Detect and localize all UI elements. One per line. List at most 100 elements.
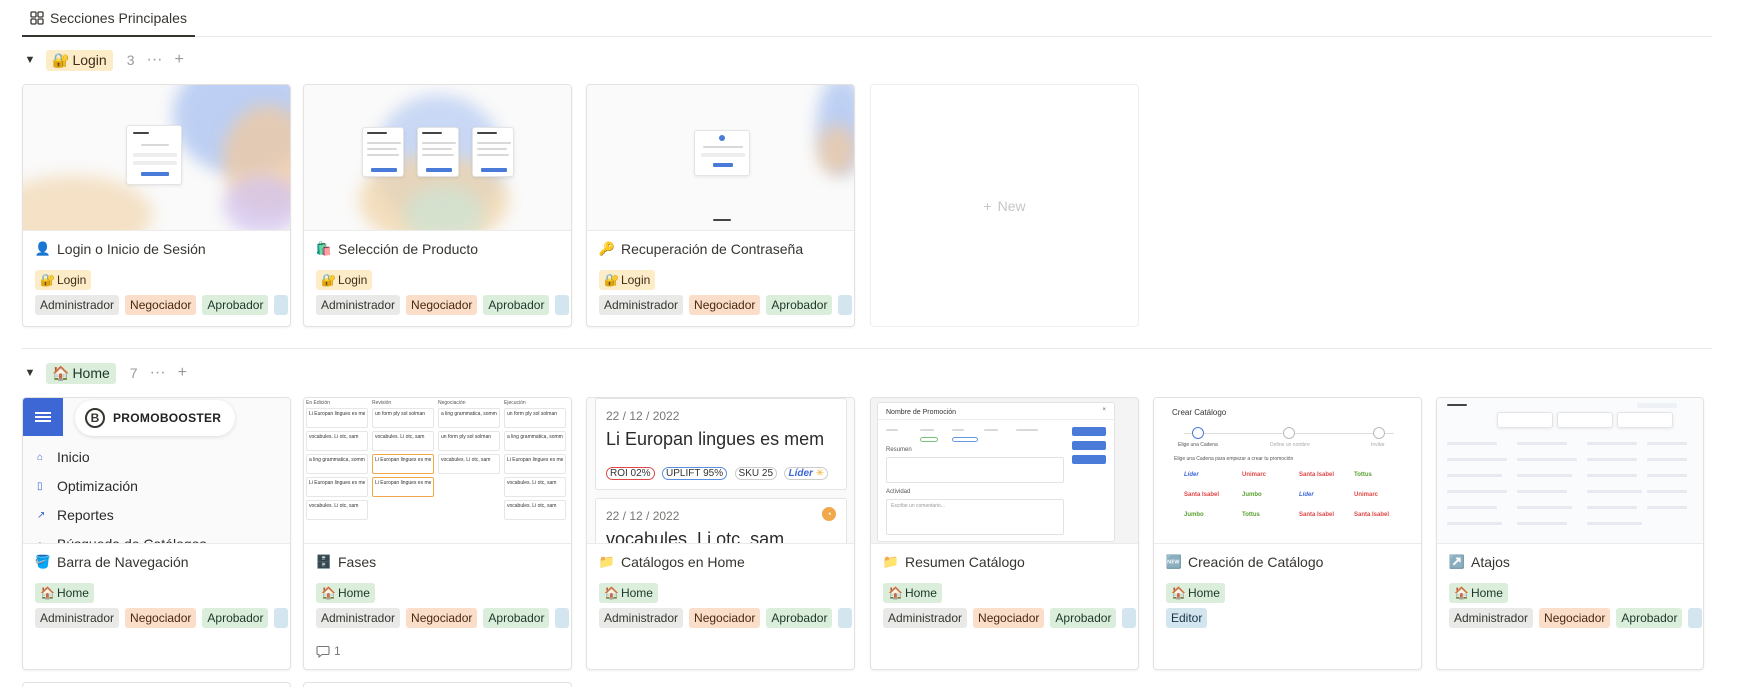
reports-icon: ↗ [37, 509, 46, 521]
collapse-caret-icon[interactable]: ▼ [22, 367, 38, 379]
role-tag-overflow [274, 608, 288, 628]
gallery-card[interactable]: Nombre de Promoción × Resumen Actividad … [870, 397, 1139, 670]
gallery-card[interactable]: 22 / 12 / 2022 Li Europan lingues es mem… [586, 397, 855, 670]
role-tag-administrador: Administrador [599, 295, 684, 315]
role-tag-aprobador: Aprobador [202, 608, 269, 628]
nav-item: ⌂ Inicio [37, 449, 90, 465]
kanban-card-text: Li Europan lingues es mem [309, 411, 365, 417]
view-tab-bar: Secciones Principales [22, 0, 1712, 37]
gallery-card[interactable]: 🛍️ Selección de Producto 🔐 Login Administ… [303, 84, 572, 327]
new-badge-icon: 🆕 [1165, 554, 1183, 569]
gallery-card[interactable]: B PROMOBOOSTER ⌂ Inicio ▯ Optimización ↗ Re… [22, 397, 291, 670]
group-tag-login: 🔐 Login [46, 49, 113, 71]
shopping-bags-icon: 🛍️ [315, 241, 333, 256]
metric-roi: ROI 02% [606, 467, 655, 480]
gallery-card[interactable]: 🔑 Recuperación de Contraseña 🔐 Login Admi… [586, 84, 855, 327]
role-tag-aprobador: Aprobador [766, 608, 833, 628]
retailer-logo: Unimarc [1354, 492, 1379, 498]
role-tag-overflow [838, 295, 852, 315]
section-tag-label: Home [620, 586, 653, 600]
step-label: Elige una Cadena [1178, 442, 1218, 448]
lock-icon: 🔐 [321, 273, 336, 287]
card-title: 🗄️ Fases [316, 554, 376, 570]
nav-item-label: Búsqueda de Catálogos [57, 536, 207, 544]
role-tags: Administrador Negociador Aprobador [316, 608, 569, 628]
card-title-text: Creación de Catálogo [1188, 554, 1324, 570]
section-tag: 🏠 Home [883, 583, 942, 603]
section-tag-label: Home [1470, 586, 1503, 600]
retailer-logo: Tottus [1242, 512, 1260, 518]
brand-logo-icon: B [85, 408, 105, 428]
view-tab-secciones[interactable]: Secciones Principales [22, 0, 195, 37]
lock-icon: 🔐 [40, 273, 55, 287]
folder-icon: 📁 [598, 554, 616, 569]
step-indicator [1192, 427, 1204, 439]
section-tag: 🏠 Home [1449, 583, 1508, 603]
role-tag-administrador: Administrador [35, 295, 120, 315]
kanban-column-title: En Edición [306, 400, 330, 406]
card-cover-image: 22 / 12 / 2022 Li Europan lingues es mem… [587, 398, 854, 544]
add-icon[interactable]: + [178, 365, 187, 381]
retailer-logo: Líder [1299, 492, 1314, 498]
group-header-login: ▼ 🔐 Login 3 ··· + [22, 45, 184, 75]
card-title-text: Resumen Catálogo [905, 554, 1025, 570]
add-icon[interactable]: + [174, 52, 183, 68]
role-tag-administrador: Administrador [35, 608, 120, 628]
gallery-card[interactable]: Crear Catálogo Elige una Cadena Define u… [1153, 397, 1422, 670]
gallery-card-partial[interactable] [22, 682, 291, 687]
role-tag-aprobador: Aprobador [766, 295, 833, 315]
more-options-icon[interactable]: ··· [150, 365, 166, 381]
kanban-card-text: Li Europan lingues es mem [309, 480, 365, 486]
new-card-button[interactable]: + New [870, 84, 1139, 327]
status-dot-icon: ◔ [822, 507, 836, 521]
card-title-text: Selección de Producto [338, 241, 479, 257]
kanban-column: En Edición Li Europan lingues es mem voc… [306, 398, 368, 523]
role-tags: Administrador Negociador Aprobador [599, 608, 852, 628]
retailer-logo: Santa Isabel [1299, 512, 1335, 518]
view-tab-label: Secciones Principales [50, 9, 187, 26]
kanban-card-text: un form ply sol solman [375, 411, 426, 417]
catalog-metrics: ROI 02% UPLIFT 95% SKU 25 Líder ✳ [606, 463, 831, 481]
section-tag-label: Home [56, 586, 89, 600]
role-tags: Administrador Negociador Aprobador [883, 608, 1136, 628]
section-tag: 🏠 Home [599, 583, 658, 603]
lock-icon: 🔐 [52, 51, 70, 68]
more-options-icon[interactable]: ··· [147, 52, 163, 68]
gallery-card[interactable]: ↗️ Atajos 🏠 Home Administrador Negociador… [1436, 397, 1704, 670]
role-tag-editor: Editor [1166, 608, 1208, 628]
section-tag-label: Login [56, 273, 87, 287]
card-title-text: Atajos [1471, 554, 1510, 570]
section-tag: 🏠 Home [35, 583, 94, 603]
brand-pill: B PROMOBOOSTER [75, 400, 235, 436]
retailer-name: Líder [788, 468, 813, 479]
kanban-card-text: vocabules. Li otc, sam [309, 503, 359, 509]
section-tag-label: Home [337, 586, 370, 600]
summary-section-title: Resumen [886, 447, 912, 453]
gallery-card[interactable]: En Edición Li Europan lingues es mem voc… [303, 397, 572, 670]
nav-item: ⌕ Búsqueda de Catálogos [37, 536, 207, 544]
group-label: Login [72, 52, 107, 68]
kanban-card-text: a ling grammatica, somman [507, 434, 563, 440]
kanban-card-text: Li Europan lingues es mem [375, 457, 431, 463]
close-icon: × [1102, 407, 1106, 413]
summary-modal: Nombre de Promoción × Resumen Actividad … [877, 402, 1116, 542]
role-tag-negociador: Negociador [1539, 608, 1611, 628]
card-title: 👤 Login o Inicio de Sesión [35, 241, 206, 257]
kanban-card-text: vocabules. Li otc, sam [375, 434, 425, 440]
group-header-home: ▼ 🏠 Home 7 ··· + [22, 358, 187, 388]
kanban-card-text: un form ply sol solman [441, 434, 492, 440]
role-tag-negociador: Negociador [125, 295, 197, 315]
card-title: ↗️ Atajos [1449, 554, 1510, 570]
gallery-card-partial[interactable] [303, 682, 572, 687]
nav-item-label: Inicio [57, 449, 90, 465]
gallery-card[interactable]: 👤 Login o Inicio de Sesión 🔐 Login Admini… [22, 84, 291, 327]
collapse-caret-icon[interactable]: ▼ [22, 54, 38, 66]
card-title-text: Fases [338, 554, 377, 570]
comment-count[interactable]: 1 [316, 644, 341, 658]
retailer-logo: Santa Isabel [1184, 492, 1220, 498]
card-title: 🪣 Barra de Navegación [35, 554, 189, 570]
card-title: 🔑 Recuperación de Contraseña [599, 241, 803, 257]
kanban-card-text: vocabules. Li otc, sam [507, 480, 557, 486]
section-tag: 🔐 Login [316, 270, 373, 290]
create-catalog-subtitle: Elige una Cadena para empezar a crear tu… [1174, 456, 1294, 462]
